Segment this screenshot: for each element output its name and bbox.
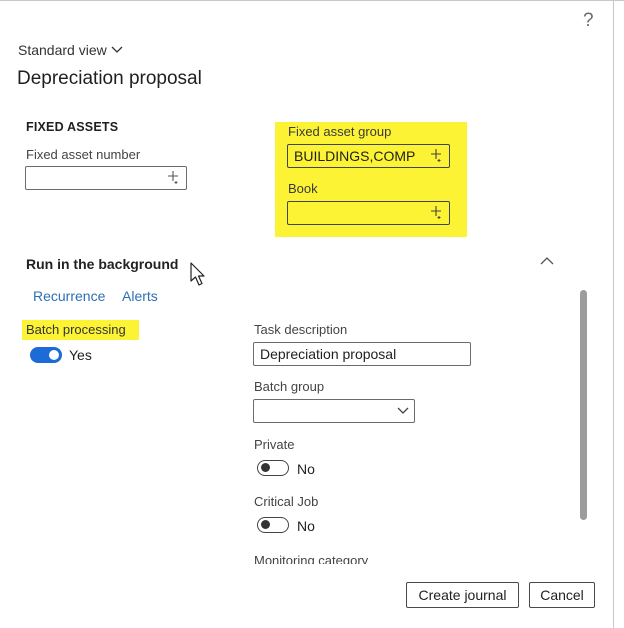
task-description-field[interactable]: Depreciation proposal [253, 342, 471, 366]
fixed-asset-number-label: Fixed asset number [26, 147, 141, 162]
fixed-assets-section-title: FIXED ASSETS [26, 120, 119, 134]
lookup-plus-icon[interactable] [431, 149, 444, 162]
dialog-top-border [0, 0, 624, 4]
fixed-asset-number-field[interactable] [25, 166, 187, 190]
chevron-down-icon [111, 46, 123, 53]
scrollbar-thumb[interactable] [580, 290, 587, 520]
private-label: Private [254, 437, 295, 452]
dialog-right-border [613, 0, 614, 628]
batch-group-select[interactable] [253, 399, 415, 423]
alerts-link[interactable]: Alerts [122, 288, 158, 304]
book-label: Book [288, 181, 318, 196]
fixed-asset-group-label: Fixed asset group [288, 124, 392, 139]
lookup-plus-icon[interactable] [168, 171, 181, 184]
batch-processing-label: Batch processing [26, 322, 126, 337]
chevron-up-icon[interactable] [540, 256, 554, 266]
recurrence-link[interactable]: Recurrence [33, 288, 105, 304]
help-icon[interactable]: ? [583, 10, 594, 32]
view-selector-label: Standard view [18, 42, 107, 58]
private-value: No [297, 461, 315, 477]
create-journal-button[interactable]: Create journal [406, 582, 519, 608]
book-field[interactable] [287, 201, 450, 225]
page-title: Depreciation proposal [17, 68, 202, 89]
batch-processing-toggle[interactable] [30, 347, 62, 363]
run-in-background-heading[interactable]: Run in the background [26, 256, 178, 272]
critical-job-value: No [297, 518, 315, 534]
cancel-button[interactable]: Cancel [529, 582, 595, 608]
private-toggle[interactable] [257, 460, 289, 476]
batch-processing-value: Yes [69, 347, 92, 363]
view-selector[interactable]: Standard view [18, 42, 123, 58]
mouse-pointer-icon [190, 262, 205, 286]
fixed-asset-group-value: BUILDINGS,COMP [294, 148, 416, 164]
batch-group-label: Batch group [254, 379, 325, 394]
chevron-down-icon [397, 407, 409, 414]
critical-job-label: Critical Job [254, 494, 319, 509]
critical-job-toggle[interactable] [257, 517, 289, 533]
task-description-label: Task description [254, 322, 348, 337]
task-description-value: Depreciation proposal [260, 346, 397, 362]
monitoring-category-label: Monitoring category [254, 553, 369, 564]
lookup-plus-icon[interactable] [431, 206, 444, 219]
fixed-asset-group-field[interactable]: BUILDINGS,COMP [287, 144, 450, 168]
